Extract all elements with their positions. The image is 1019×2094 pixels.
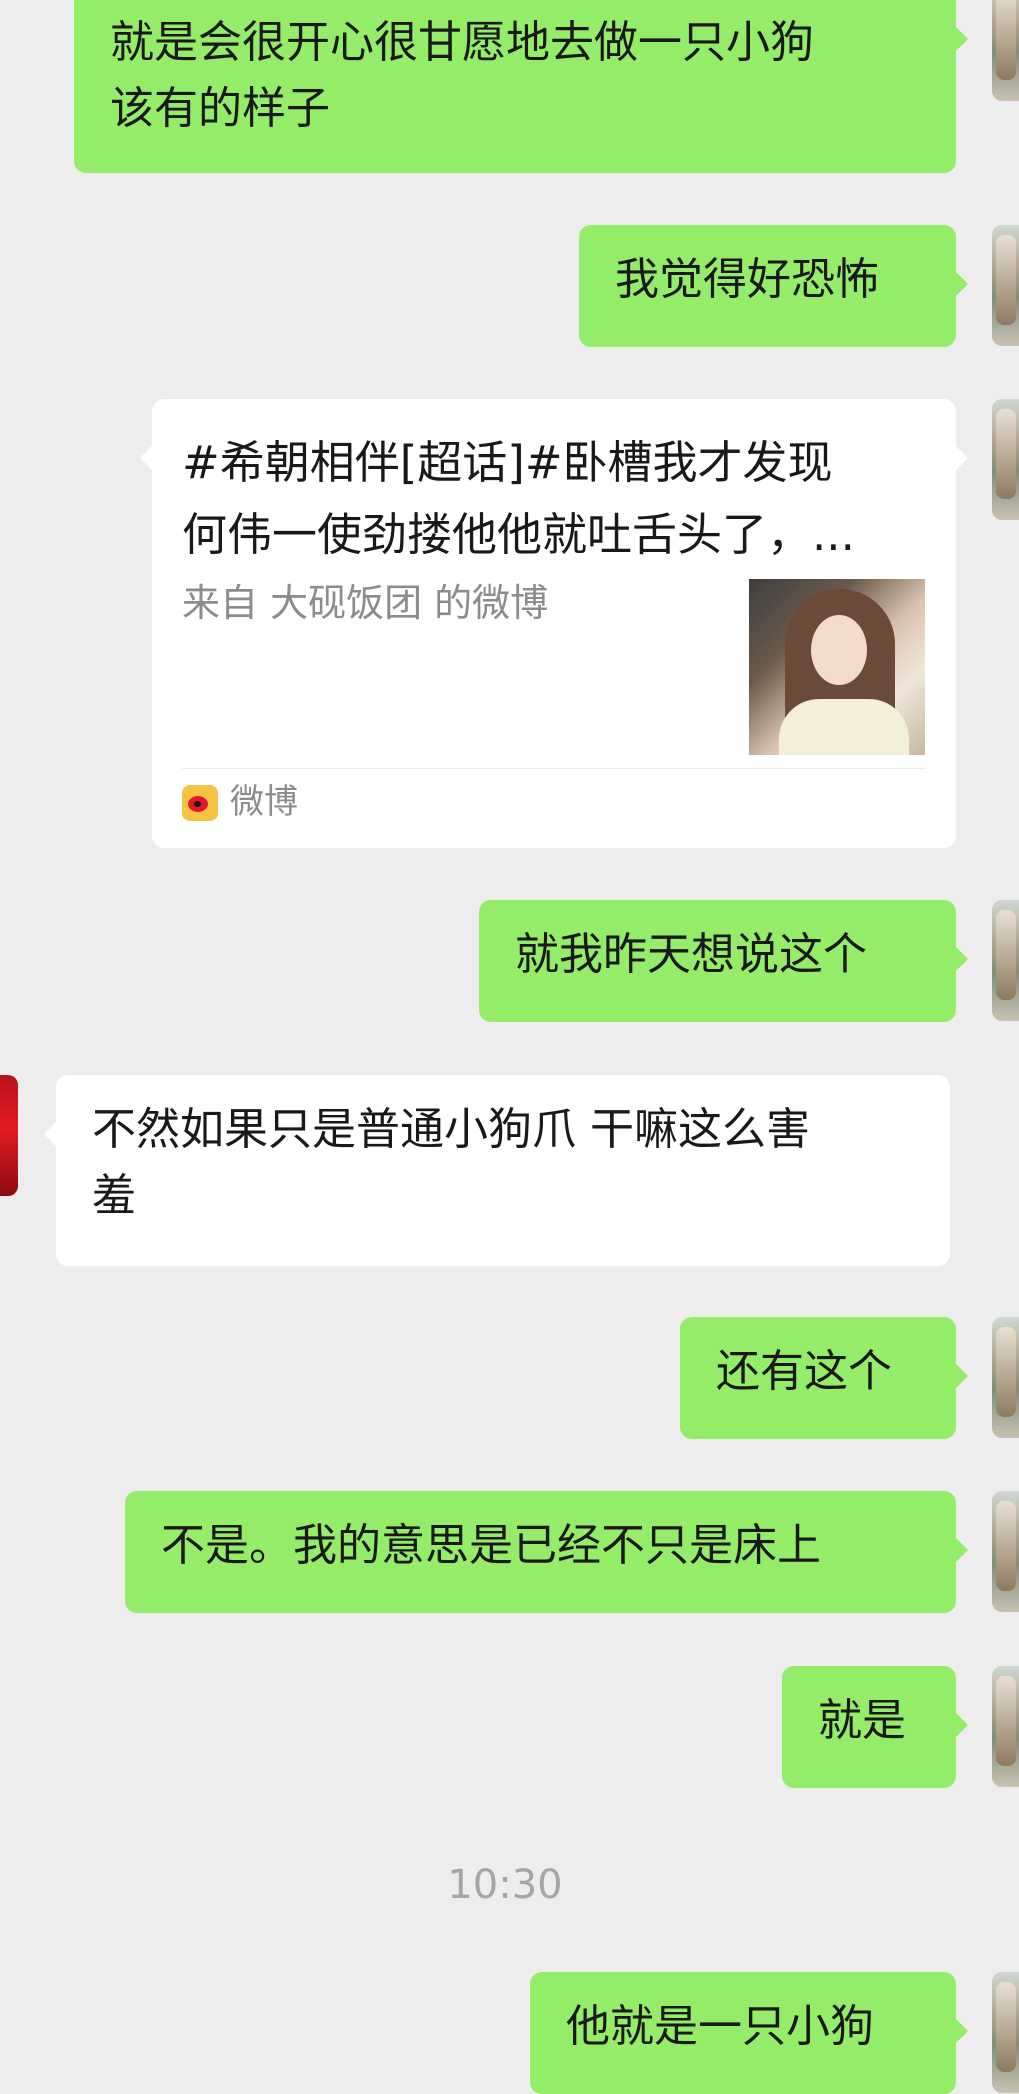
- message-bubble-sent[interactable]: 不是。我的意思是已经不只是床上: [125, 1491, 968, 1613]
- weibo-icon: [182, 785, 218, 821]
- my-avatar[interactable]: [992, 1666, 1019, 1787]
- message-bubble-sent[interactable]: 他就是一只小狗: [530, 1972, 968, 2094]
- message-bubble-sent[interactable]: 就是会很开心很甘愿地去做一只小狗 该有的样子: [74, 0, 968, 173]
- my-avatar[interactable]: [992, 1317, 1019, 1438]
- card-title-line: 何伟一使劲搂他他就吐舌头了，...: [182, 508, 855, 561]
- card-source: 来自 大砚饭团 的微博: [182, 581, 549, 625]
- my-avatar[interactable]: [992, 0, 1019, 101]
- message-bubble-sent[interactable]: 就我昨天想说这个: [479, 900, 968, 1022]
- card-divider: [182, 768, 926, 769]
- my-avatar[interactable]: [992, 399, 1019, 520]
- card-title: #希朝相伴[超话]#卧槽我才发现 何伟一使劲搂他他就吐舌头了，...: [182, 427, 912, 571]
- contact-avatar[interactable]: [0, 1075, 18, 1196]
- message-bubble-sent[interactable]: 还有这个: [680, 1317, 968, 1439]
- card-app-name: 微博: [230, 782, 298, 822]
- my-avatar[interactable]: [992, 900, 1019, 1021]
- card-title-line: #希朝相伴[超话]#卧槽我才发现: [182, 436, 833, 489]
- message-bubble-sent[interactable]: 我觉得好恐怖: [579, 225, 968, 347]
- my-avatar[interactable]: [992, 1972, 1019, 2093]
- card-thumbnail: [749, 579, 925, 755]
- my-avatar[interactable]: [992, 1491, 1019, 1612]
- message-bubble-sent[interactable]: 就是: [782, 1666, 968, 1788]
- message-timestamp: 10:30: [447, 1862, 563, 1908]
- my-avatar[interactable]: [992, 225, 1019, 346]
- message-bubble-received[interactable]: 不然如果只是普通小狗爪 干嘛这么害 羞: [44, 1075, 950, 1266]
